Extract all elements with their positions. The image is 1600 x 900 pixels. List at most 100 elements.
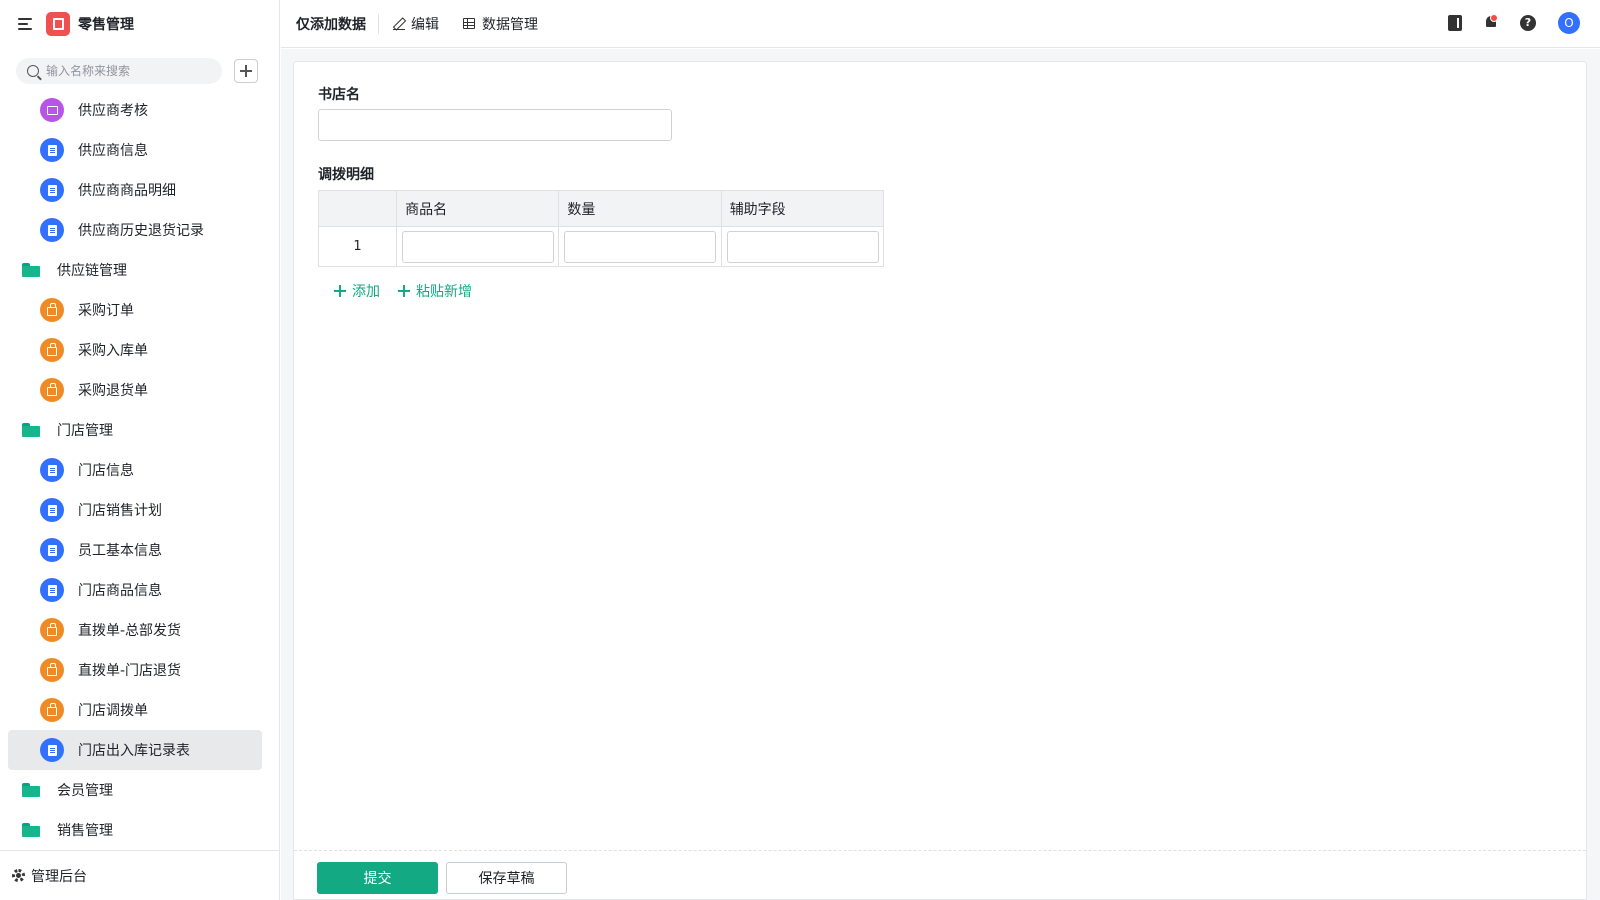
search-box[interactable] (16, 58, 222, 84)
search-icon (27, 65, 39, 77)
sidebar-item-label: 供应商考核 (78, 103, 148, 119)
sidebar-nav: 供应商考核供应商信息供应商商品明细供应商历史退货记录供应链管理采购订单采购入库单… (8, 90, 262, 850)
sidebar-item[interactable]: 供应商考核 (8, 90, 262, 130)
sidebar-item[interactable]: 供应商商品明细 (8, 170, 262, 210)
details-table: 商品名 数量 辅助字段 1 (317, 190, 885, 267)
folder-icon (22, 423, 40, 437)
sidebar-item[interactable]: 直拨单-总部发货 (8, 610, 262, 650)
search-input[interactable] (46, 64, 206, 78)
sidebar-item[interactable]: 员工基本信息 (8, 530, 262, 570)
table-row: 1 (317, 226, 885, 267)
add-row-button[interactable]: 添加 (334, 281, 380, 301)
sidebar-item[interactable]: 直拨单-门店退货 (8, 650, 262, 690)
topbar-actions: ? O (1426, 12, 1580, 34)
table-cell (396, 226, 560, 267)
form-card: 书店名 调拨明细 商品名 数量 辅助字段 1 添加 粘贴新增 提交 保存草稿 (293, 61, 1587, 900)
sidebar-item[interactable]: 门店调拨单 (8, 690, 262, 730)
book-icon[interactable] (1448, 15, 1462, 31)
sidebar-item-label: 销售管理 (57, 823, 113, 839)
add-item-button[interactable] (234, 59, 258, 83)
app-title: 零售管理 (78, 17, 134, 33)
bag-icon (40, 378, 64, 402)
sidebar-item-label: 门店管理 (57, 423, 113, 439)
menu-icon[interactable] (18, 17, 34, 31)
sidebar-item-label: 门店信息 (78, 463, 134, 479)
sidebar-item-label: 直拨单-总部发货 (78, 623, 182, 639)
toolbar-divider (378, 13, 379, 34)
table-icon (463, 18, 475, 29)
save-draft-button[interactable]: 保存草稿 (446, 862, 567, 894)
document-icon (40, 138, 64, 162)
gear-icon (12, 869, 25, 882)
sidebar-folder[interactable]: 供应链管理 (8, 250, 262, 290)
sidebar-item[interactable]: 门店出入库记录表 (8, 730, 262, 770)
view-title[interactable]: 仅添加数据 (296, 14, 366, 34)
data-manage-button[interactable]: 数据管理 (463, 14, 538, 34)
quantity-input[interactable] (564, 230, 717, 263)
sidebar-item[interactable]: 采购订单 (8, 290, 262, 330)
sidebar-item-label: 供应链管理 (57, 263, 127, 279)
store-name-input[interactable] (318, 109, 672, 141)
sidebar-item[interactable]: 供应商历史退货记录 (8, 210, 262, 250)
folder-icon (22, 263, 40, 277)
edit-button[interactable]: 编辑 (393, 14, 439, 34)
column-header-quantity: 数量 (558, 190, 722, 227)
row-index: 1 (317, 226, 398, 267)
sidebar-item-label: 员工基本信息 (78, 543, 162, 559)
product-name-input[interactable] (402, 230, 555, 263)
paste-add-button[interactable]: 粘贴新增 (398, 281, 472, 301)
edit-label: 编辑 (411, 16, 439, 33)
admin-console-link[interactable]: 管理后台 (0, 850, 280, 900)
sidebar-item-label: 供应商商品明细 (78, 183, 176, 199)
sidebar-item-label: 门店销售计划 (78, 503, 162, 519)
sidebar-item-label: 采购订单 (78, 303, 134, 319)
sidebar-item-label: 门店商品信息 (78, 583, 162, 599)
pen-icon (393, 18, 405, 30)
document-icon (40, 578, 64, 602)
folder-icon (22, 823, 40, 837)
sidebar-item[interactable]: 采购退货单 (8, 370, 262, 410)
sidebar-folder[interactable]: 销售管理 (8, 810, 262, 850)
document-icon (40, 178, 64, 202)
table-actions: 添加 粘贴新增 (334, 281, 490, 301)
sidebar-item-label: 门店出入库记录表 (78, 743, 190, 759)
bell-icon[interactable] (1484, 14, 1498, 31)
store-name-label: 书店名 (318, 87, 360, 103)
sidebar-item[interactable]: 门店销售计划 (8, 490, 262, 530)
help-icon[interactable]: ? (1520, 15, 1536, 31)
data-manage-label: 数据管理 (482, 16, 538, 33)
document-icon (40, 498, 64, 522)
bag-icon (40, 338, 64, 362)
sidebar-item[interactable]: 供应商信息 (8, 130, 262, 170)
search-row (16, 58, 258, 84)
sidebar-item[interactable]: 采购入库单 (8, 330, 262, 370)
sidebar-item-label: 采购退货单 (78, 383, 148, 399)
form-footer: 提交 保存草稿 (294, 850, 1586, 900)
table-cell (720, 226, 885, 267)
sidebar-item[interactable]: 门店商品信息 (8, 570, 262, 610)
document-icon (40, 538, 64, 562)
table-cell (558, 226, 722, 267)
plus-icon (334, 285, 346, 297)
plus-icon (398, 285, 410, 297)
app-logo (46, 12, 70, 36)
table-header-row: 商品名 数量 辅助字段 (317, 190, 885, 227)
add-row-label: 添加 (352, 284, 380, 300)
sidebar-folder[interactable]: 会员管理 (8, 770, 262, 810)
submit-button[interactable]: 提交 (317, 862, 438, 894)
bag-icon (40, 298, 64, 322)
sidebar-item-label: 门店调拨单 (78, 703, 148, 719)
details-label: 调拨明细 (318, 167, 374, 183)
aux-field-input[interactable] (726, 230, 879, 263)
folder-icon (22, 783, 40, 797)
sidebar-item[interactable]: 门店信息 (8, 450, 262, 490)
document-icon (40, 458, 64, 482)
sidebar-item-label: 供应商信息 (78, 143, 148, 159)
admin-console-label: 管理后台 (31, 868, 87, 885)
document-icon (40, 218, 64, 242)
user-avatar[interactable]: O (1558, 12, 1580, 34)
bag-icon (40, 698, 64, 722)
column-header-index (317, 190, 398, 227)
sidebar-item-label: 会员管理 (57, 783, 113, 799)
sidebar-folder[interactable]: 门店管理 (8, 410, 262, 450)
